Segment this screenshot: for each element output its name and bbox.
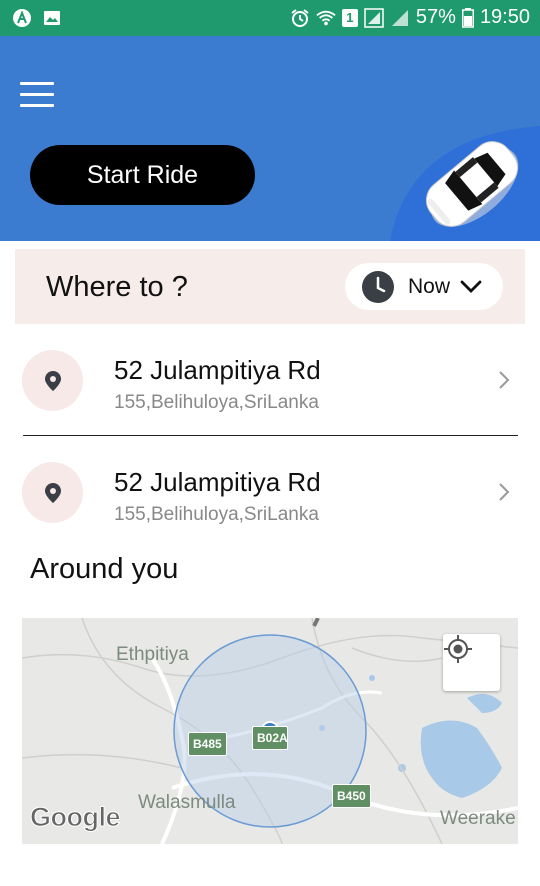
chevron-right-icon xyxy=(499,483,510,501)
map-label-ethpitiya: Ethpitiya xyxy=(116,644,189,665)
battery-icon xyxy=(461,7,474,28)
app-header: Start Ride xyxy=(0,36,540,241)
chevron-down-icon xyxy=(460,280,482,293)
signal-strength-icon xyxy=(391,9,408,26)
clock-icon xyxy=(362,270,394,303)
map-label-weerake: Weerake xyxy=(440,808,516,829)
time-selector[interactable]: Now xyxy=(345,263,503,310)
sim-badge: 1 xyxy=(341,8,358,27)
saved-place-row[interactable]: 52 Julampitiya Rd 155,Belihuloya,SriLank… xyxy=(22,340,518,420)
pin-icon-circle xyxy=(22,350,83,411)
my-location-button[interactable] xyxy=(443,634,500,691)
place-subtitle: 155,Belihuloya,SriLanka xyxy=(114,392,319,413)
map-label-walasmulla: Walasmulla xyxy=(138,792,236,813)
my-location-icon xyxy=(444,635,472,663)
app-a-icon xyxy=(13,9,31,27)
signal-icon xyxy=(364,7,384,28)
image-icon xyxy=(44,11,60,25)
place-subtitle: 155,Belihuloya,SriLanka xyxy=(114,504,319,525)
around-you-heading: Around you xyxy=(30,553,179,585)
location-pin-icon xyxy=(44,370,61,391)
saved-place-row[interactable]: 52 Julampitiya Rd 155,Belihuloya,SriLank… xyxy=(22,452,518,532)
start-ride-button[interactable]: Start Ride xyxy=(30,145,255,205)
road-badge-b02: B02A xyxy=(252,726,288,750)
google-logo: Google xyxy=(30,802,122,833)
road-badge-b450: B450 xyxy=(332,784,371,808)
location-pin-icon xyxy=(44,482,61,503)
chevron-right-icon xyxy=(499,371,510,389)
divider xyxy=(23,435,518,436)
time-option-label: Now xyxy=(408,274,451,298)
status-bar: 1 57% 19:50 xyxy=(0,0,540,36)
car-icon xyxy=(390,126,540,241)
alarm-icon xyxy=(291,8,309,27)
road-badge-b485: B485 xyxy=(188,732,227,756)
map-view[interactable]: Ethpitiya Walasmulla Weerake B485 B02A B… xyxy=(22,618,518,844)
clock-time: 19:50 xyxy=(479,6,530,28)
wifi-icon xyxy=(316,10,336,25)
place-title: 52 Julampitiya Rd xyxy=(114,467,321,497)
where-to-label: Where to ? xyxy=(46,271,188,303)
where-to-bar[interactable]: Where to ? Now xyxy=(15,249,525,324)
hamburger-icon[interactable] xyxy=(20,82,56,110)
place-title: 52 Julampitiya Rd xyxy=(114,355,321,385)
battery-percent: 57% xyxy=(415,6,456,28)
pin-icon-circle xyxy=(22,462,83,523)
